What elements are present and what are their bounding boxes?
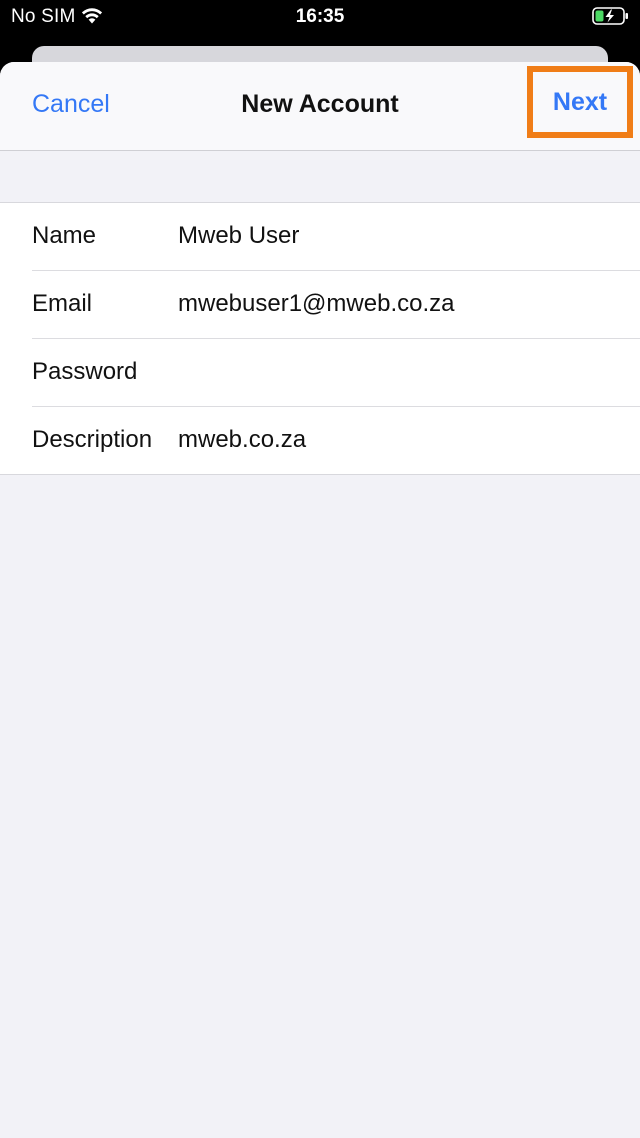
- screen: No SIM 16:35 Cancel New Account Next Nam…: [0, 0, 640, 1138]
- email-row[interactable]: Email: [32, 271, 640, 339]
- description-label: Description: [32, 426, 153, 453]
- battery-charging-icon: [592, 7, 628, 25]
- email-field[interactable]: [178, 290, 628, 318]
- name-row[interactable]: Name: [32, 203, 640, 271]
- status-time: 16:35: [295, 6, 345, 27]
- new-account-sheet: Cancel New Account Next Name Email Passw…: [0, 62, 640, 1138]
- status-bar: No SIM 16:35: [0, 0, 640, 34]
- navigation-bar: Cancel New Account Next: [0, 62, 640, 151]
- password-field[interactable]: [178, 358, 628, 386]
- next-button[interactable]: Next: [527, 66, 633, 138]
- description-field[interactable]: [178, 426, 628, 454]
- name-label: Name: [32, 222, 97, 249]
- email-label: Email: [32, 290, 93, 317]
- password-row[interactable]: Password: [32, 339, 640, 407]
- cancel-button[interactable]: Cancel: [32, 90, 110, 119]
- account-form: Name Email Password Description: [0, 202, 640, 475]
- name-field[interactable]: [178, 222, 628, 250]
- password-label: Password: [32, 358, 138, 385]
- description-row[interactable]: Description: [32, 407, 640, 474]
